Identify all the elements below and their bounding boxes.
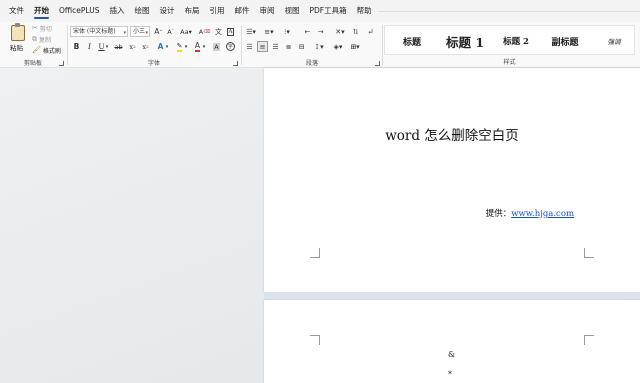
- chevron-down-icon: ▾: [123, 30, 126, 36]
- cut-button[interactable]: ✂ 剪切: [32, 23, 52, 33]
- formatting-mark: &: [448, 350, 456, 359]
- align-center-icon[interactable]: ≡: [257, 41, 268, 52]
- menu-design[interactable]: 设计: [154, 0, 179, 22]
- menu-mailings[interactable]: 邮件: [229, 0, 254, 22]
- style-heading-1[interactable]: 标题 1: [437, 26, 493, 56]
- divider: [382, 25, 383, 65]
- align-right-icon[interactable]: ☰: [270, 41, 281, 52]
- borders-icon[interactable]: ⊞▾: [348, 41, 362, 52]
- menu-references[interactable]: 引用: [204, 0, 229, 22]
- shading-icon[interactable]: ◈▾: [331, 41, 345, 52]
- grow-font-icon[interactable]: A ^: [153, 26, 164, 37]
- font-name-select[interactable]: 宋体 (中文标题) ▾: [70, 26, 128, 37]
- font-size-select[interactable]: 小三 ▾: [130, 26, 150, 37]
- clipboard-launcher-icon[interactable]: [59, 61, 64, 66]
- paragraph-launcher-icon[interactable]: [375, 61, 380, 66]
- increase-indent-icon[interactable]: ⇥: [315, 26, 326, 37]
- styles-gallery: 标题 标题 1 标题 2 副标题 强调: [384, 25, 635, 55]
- menu-help[interactable]: 帮助: [352, 0, 377, 22]
- menu-draw[interactable]: 绘图: [129, 0, 154, 22]
- enclose-characters-icon[interactable]: 字: [225, 41, 236, 52]
- menu-layout[interactable]: 布局: [179, 0, 204, 22]
- character-shading-icon[interactable]: A: [211, 41, 222, 52]
- style-title[interactable]: 标题: [389, 26, 435, 56]
- title-bar-divider: [378, 2, 640, 12]
- format-painter-button[interactable]: 🖌 格式刷: [32, 45, 61, 55]
- sort-icon[interactable]: ⇅: [350, 26, 361, 37]
- formatting-mark: *: [448, 370, 452, 379]
- font-group-label: 字体: [147, 60, 160, 67]
- provider-line: 提供：www.hjga.com: [486, 207, 574, 219]
- superscript-icon[interactable]: x2: [140, 41, 151, 52]
- multilevel-list-icon[interactable]: ⁝▾: [280, 26, 294, 37]
- font-size-value: 小三: [133, 28, 146, 35]
- shrink-font-icon[interactable]: Aˇ: [165, 26, 176, 37]
- provider-link[interactable]: www.hjga.com: [511, 209, 574, 219]
- menu-insert[interactable]: 插入: [104, 0, 129, 22]
- line-spacing-icon[interactable]: ↕▾: [312, 41, 326, 52]
- clear-formatting-icon[interactable]: A ⌫: [199, 26, 211, 37]
- numbering-icon[interactable]: ≡▾: [262, 26, 276, 37]
- paste-label: 粘贴: [10, 44, 23, 52]
- style-subtitle[interactable]: 副标题: [539, 26, 591, 56]
- copy-label: 复制: [39, 36, 52, 44]
- format-painter-label: 格式刷: [42, 47, 61, 55]
- document-page-1[interactable]: word 怎么删除空白页 提供：www.hjga.com: [264, 68, 640, 292]
- strikethrough-icon[interactable]: ab: [113, 41, 124, 52]
- cut-label: 剪切: [39, 25, 52, 33]
- chevron-down-icon[interactable]: ▾: [183, 41, 189, 52]
- copy-icon: ⧉: [32, 34, 37, 43]
- bullets-icon[interactable]: ☰▾: [244, 26, 258, 37]
- menu-bar: 文件 开始 OfficePLUS 插入 绘图 设计 布局 引用 邮件 审阅 视图…: [0, 0, 640, 22]
- scissors-icon: ✂: [32, 24, 38, 32]
- phonetic-guide-icon[interactable]: 文: [213, 26, 224, 37]
- menu-review[interactable]: 审阅: [254, 0, 279, 22]
- align-left-icon[interactable]: ☰: [244, 41, 255, 52]
- document-title: word 怎么删除空白页: [385, 128, 519, 144]
- chinese-layout-icon[interactable]: ✕▾: [333, 26, 347, 37]
- margin-corner-mark: [310, 248, 320, 258]
- style-heading-2[interactable]: 标题 2: [495, 26, 537, 56]
- styles-group-label: 样式: [503, 59, 516, 66]
- margin-corner-mark: [584, 335, 594, 345]
- menu-officeplus[interactable]: OfficePLUS: [54, 0, 104, 22]
- paragraph-group: ☰▾ ≡▾ ⁝▾ ⇤ ⇥ ✕▾ ⇅ ↵ ☰ ≡ ☰ ≣ ⊟ ↕▾ ◈▾ ⊞▾ 段…: [242, 22, 382, 68]
- margin-corner-mark: [310, 335, 320, 345]
- menu-home[interactable]: 开始: [29, 0, 54, 22]
- chevron-down-icon: ▾: [145, 30, 148, 36]
- font-launcher-icon[interactable]: [233, 61, 238, 66]
- distributed-icon[interactable]: ⊟: [296, 41, 307, 52]
- page-gap: [264, 292, 640, 300]
- italic-icon[interactable]: I: [84, 41, 95, 52]
- ribbon: 粘贴 ✂ 剪切 ⧉ 复制 🖌 格式刷 剪贴板 宋体 (中文标题) ▾ 小三 ▾ …: [0, 22, 640, 68]
- show-formatting-marks-icon[interactable]: ↵: [365, 26, 376, 37]
- subscript-icon[interactable]: x2: [127, 41, 138, 52]
- font-name-value: 宋体 (中文标题): [73, 28, 116, 35]
- margin-corner-mark: [584, 248, 594, 258]
- brush-icon: 🖌: [32, 46, 41, 54]
- chevron-down-icon[interactable]: ▾: [164, 41, 170, 52]
- font-group: 宋体 (中文标题) ▾ 小三 ▾ A ^ Aˇ Aa▾ A ⌫ 文 A B I U …: [68, 22, 240, 68]
- decrease-indent-icon[interactable]: ⇤: [302, 26, 313, 37]
- justify-icon[interactable]: ≣: [283, 41, 294, 52]
- clipboard-group: 粘贴 ✂ 剪切 ⧉ 复制 🖌 格式刷 剪贴板: [0, 22, 66, 68]
- paragraph-group-label: 段落: [305, 60, 318, 67]
- menu-view[interactable]: 视图: [279, 0, 304, 22]
- paste-icon: [11, 23, 25, 41]
- chevron-down-icon[interactable]: ▾: [201, 41, 207, 52]
- style-emphasis[interactable]: 强调: [595, 26, 633, 56]
- menu-pdf-toolbox[interactable]: PDF工具箱: [304, 0, 351, 22]
- copy-button[interactable]: ⧉ 复制: [32, 34, 51, 44]
- character-border-icon[interactable]: A: [225, 26, 236, 37]
- paste-button[interactable]: 粘贴: [6, 22, 30, 58]
- bold-icon[interactable]: B: [71, 41, 82, 52]
- menu-file[interactable]: 文件: [4, 0, 29, 22]
- change-case-icon[interactable]: Aa▾: [179, 26, 193, 37]
- document-page-2[interactable]: & *: [264, 300, 640, 383]
- chevron-down-icon[interactable]: ▾: [104, 41, 110, 52]
- provider-label: 提供：: [485, 209, 512, 219]
- clipboard-group-label: 剪贴板: [23, 60, 42, 67]
